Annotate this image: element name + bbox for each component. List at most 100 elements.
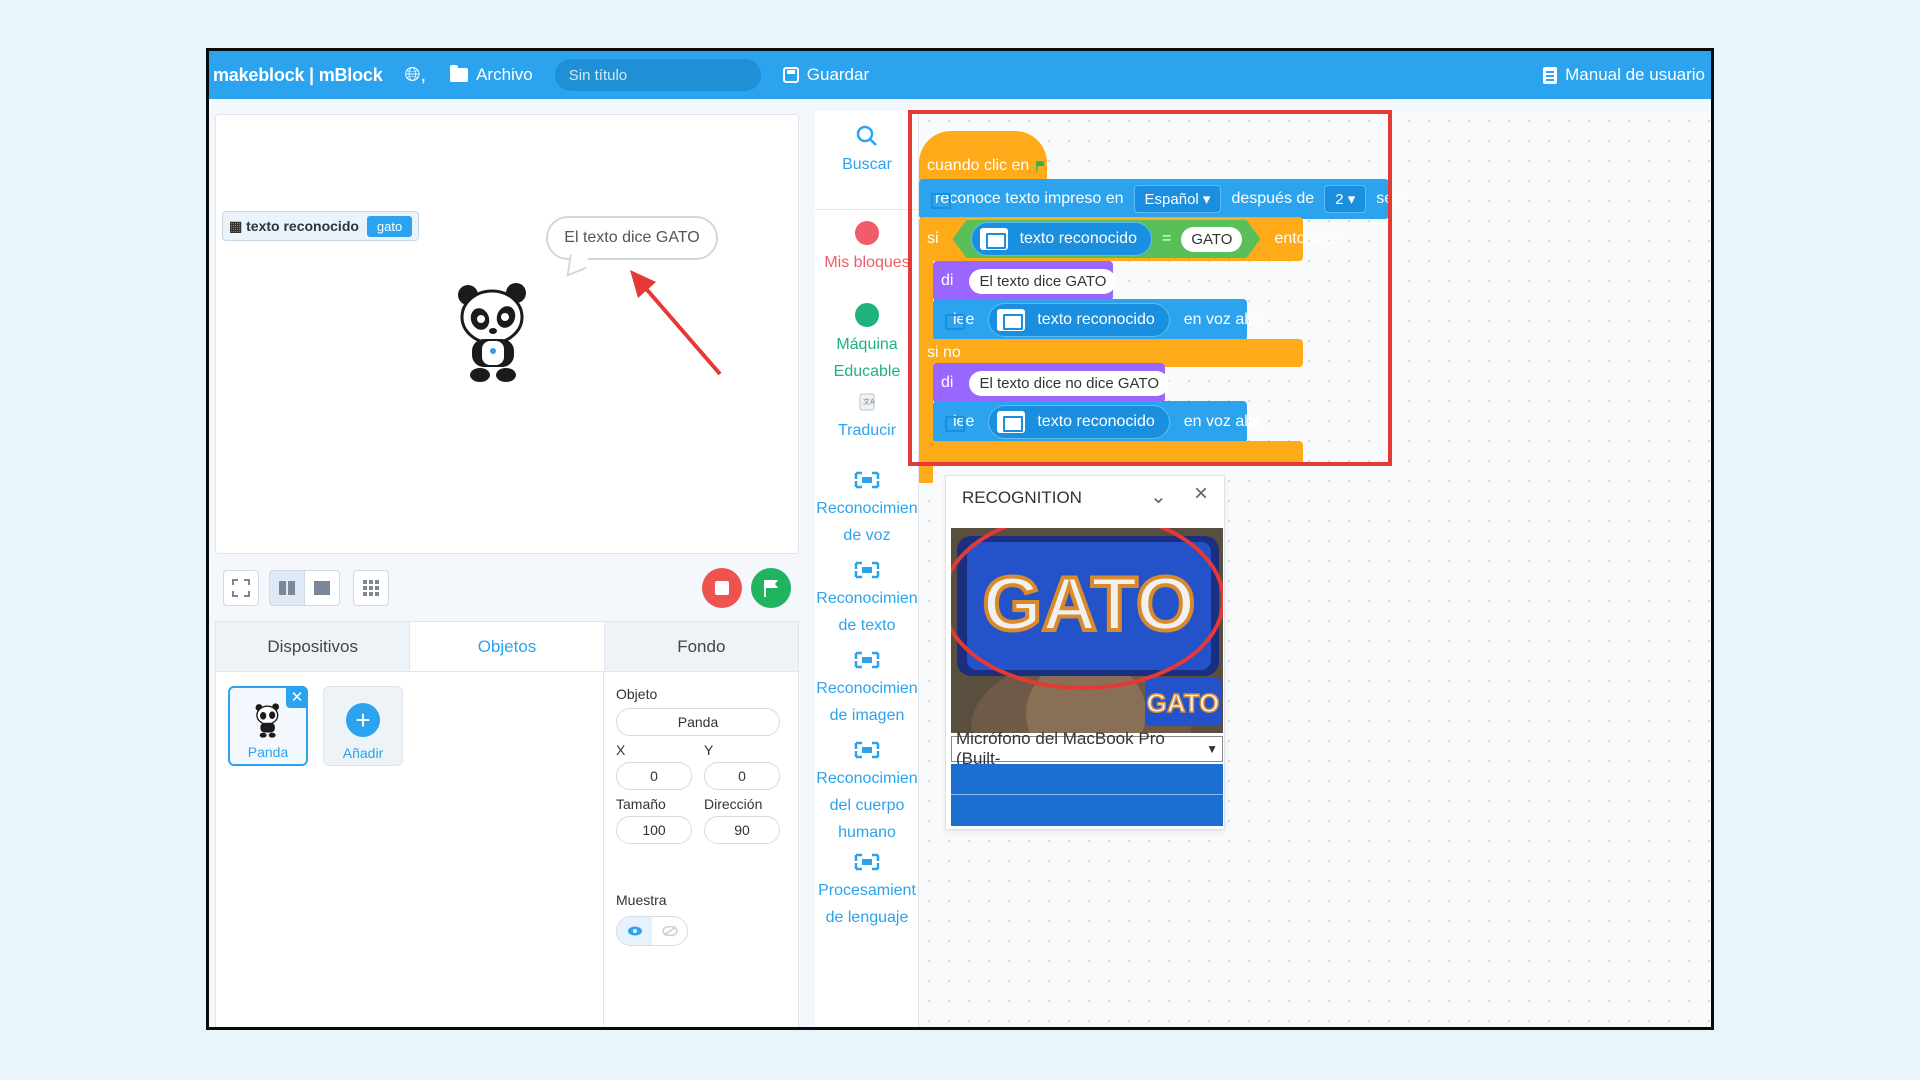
sprite-name-field[interactable]: Panda [616,708,780,736]
save-button[interactable]: Guardar [782,65,870,85]
condition-variable-reporter[interactable]: texto reconocido [971,222,1152,256]
add-sprite-button[interactable]: + Añadir [323,686,403,766]
condition-value-input[interactable]: GATO [1181,227,1242,252]
camera-preview: GATO GATO [951,528,1223,733]
category-texto-label: Reconocimien de texto [816,590,918,634]
category-traducir[interactable]: 文A Traducir [815,393,919,444]
variable-name: texto reconocido [246,217,359,234]
recognition-panel: RECOGNITION ⌄ × GATO GATO Micrófono del … [945,475,1225,830]
read-1-variable-label: texto reconocido [1037,311,1155,328]
when-flag-clicked-block[interactable]: cuando clic en [919,131,1047,183]
microphone-select[interactable]: Micrófono del MacBook Pro (Built- ▼ [951,729,1223,768]
panda-thumbnail [255,703,280,738]
stop-icon [715,581,729,595]
category-buscar[interactable]: Buscar [815,125,919,178]
seconds-dropdown[interactable]: 2 ▾ [1324,185,1367,213]
file-menu-label: Archivo [476,65,533,84]
text-recognition-icon [997,411,1026,433]
read-1-variable-reporter[interactable]: texto reconocido [988,303,1170,337]
large-stage-icon [314,581,330,595]
sprite-panel: Dispositivos Objetos Fondo ✕ Panda + Aña… [215,621,799,1027]
category-procesamiento-lenguaje[interactable]: Procesamient de lenguaje [815,853,919,931]
equals-condition[interactable]: texto reconocido = GATO [953,220,1261,258]
category-reconocimiento-texto[interactable]: Reconocimien de texto [815,561,919,639]
maquina-educable-dot-icon [855,303,879,327]
if-else-block[interactable]: si texto reconocido = GATO entonces [919,217,1339,261]
show-button[interactable] [617,917,652,945]
condition-variable-label: texto reconocido [1019,230,1137,247]
annotation-arrow [630,270,722,376]
camera-image: GATO GATO [951,528,1223,733]
audio-waveform [951,764,1223,826]
collapse-chevron-icon[interactable]: ⌄ [1150,484,1167,509]
green-flag-button[interactable] [751,568,791,608]
tab-fondo[interactable]: Fondo [605,622,798,671]
category-maquina-educable[interactable]: Máquina Educable [815,303,919,385]
say-1-text-input[interactable]: El texto dice GATO [969,268,1117,294]
fullscreen-icon [232,579,250,597]
user-manual-label: Manual de usuario [1565,65,1705,84]
else-label: si no [927,344,961,361]
block-categories: Buscar Mis bloques Máquina Educable 文A T… [815,111,919,1027]
grid-view-button[interactable] [353,570,389,606]
stage[interactable]: ▦ texto reconocido gato El texto dice GA… [215,114,799,554]
x-field[interactable]: 0 [616,762,692,790]
category-voz-label: Reconocimien de voz [816,500,918,544]
category-mis-bloques[interactable]: Mis bloques [815,221,919,276]
y-field[interactable]: 0 [704,762,780,790]
direction-field[interactable]: 90 [704,816,780,844]
tab-dispositivos[interactable]: Dispositivos [216,622,409,671]
then-label: entonces [1274,230,1340,247]
size-field[interactable]: 100 [616,816,692,844]
category-buscar-label: Buscar [842,156,892,173]
sprite-card-panda[interactable]: ✕ Panda [228,686,308,766]
fullscreen-button[interactable] [223,570,259,606]
tab-objetos[interactable]: Objetos [409,622,605,671]
y-label: Y [704,742,714,758]
variable-monitor[interactable]: ▦ texto reconocido gato [222,211,420,241]
chevron-down-icon: ▼ [1206,742,1218,756]
project-title-input[interactable] [554,59,761,91]
recog-prefix-label: reconoce texto impreso en [935,190,1124,207]
category-reconocimiento-voz[interactable]: Reconocimien de voz [815,471,919,549]
hide-button[interactable] [652,917,687,945]
read-2-variable-reporter[interactable]: texto reconocido [988,405,1170,439]
language-globe-icon[interactable]: 🌐︎, [405,64,427,87]
language-dropdown[interactable]: Español ▾ [1133,185,1222,213]
close-icon[interactable]: × [1194,480,1208,508]
say-block-1[interactable]: di El texto dice GATO [933,261,1117,301]
panda-sprite[interactable] [456,279,532,383]
stop-button[interactable] [702,568,742,608]
plus-icon: + [346,703,380,737]
read-aloud-block-2[interactable]: lee texto reconocido en voz alta [933,401,1261,443]
text-recognition-icon [997,309,1026,331]
category-reconocimiento-cuerpo[interactable]: Reconocimien del cuerpo humano [815,741,919,846]
eye-hidden-icon [661,926,678,936]
read-aloud-block-1[interactable]: lee texto reconocido en voz alta [933,299,1261,341]
small-stage-button[interactable] [269,570,305,606]
recognize-printed-text-block[interactable]: reconoce texto impreso en Español ▾ desp… [919,179,1402,219]
text-recognition-icon: ▦ [229,217,243,234]
say-2-label: di [941,374,954,391]
sprite-name-label: Panda [247,744,289,760]
category-lenguaje-label: Procesamient de lenguaje [818,882,916,926]
microphone-select-value: Micrófono del MacBook Pro (Built- [956,729,1165,768]
recog-mid-label: después de [1231,190,1315,207]
variable-monitor-label: ▦ texto reconocido [229,218,359,235]
delete-sprite-icon[interactable]: ✕ [286,686,308,708]
image-recognition-icon [854,651,880,669]
file-menu[interactable]: Archivo [450,65,533,85]
green-flag-icon [1036,161,1046,172]
else-block-arm [919,365,933,483]
large-stage-button[interactable] [304,570,340,606]
category-reconocimiento-imagen[interactable]: Reconocimien de imagen [815,651,919,729]
app-window: makeblock | mBlock 🌐︎, Archivo Guardar M… [206,48,1714,1030]
voice-recognition-icon [854,471,880,489]
save-label: Guardar [806,65,870,84]
search-icon [856,125,877,146]
recognition-title: RECOGNITION [962,488,1082,507]
say-2-text-input[interactable]: El texto dice no dice GATO [969,370,1169,396]
user-manual-link[interactable]: Manual de usuario [1543,65,1705,85]
size-label: Tamaño [616,796,666,812]
say-block-2[interactable]: di El texto dice no dice GATO [933,363,1169,403]
